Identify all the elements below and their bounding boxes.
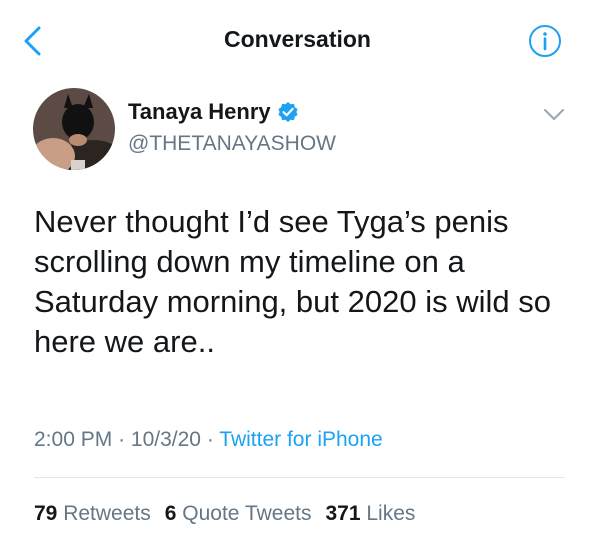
info-icon[interactable] — [528, 24, 562, 58]
tweet-date: 10/3/20 — [130, 428, 201, 451]
likes-label: Likes — [366, 502, 416, 525]
tweet-text: Never thought I’d see Tyga’s penis scrol… — [34, 204, 551, 359]
verified-badge-icon — [278, 102, 298, 122]
top-bar: Conversation — [0, 0, 595, 80]
divider — [34, 477, 565, 478]
quote-tweets-label: Quote Tweets — [182, 502, 312, 525]
retweets-label: Retweets — [63, 502, 151, 525]
quote-tweets-count: 6 — [164, 502, 177, 525]
retweets-stat[interactable]: 79 Retweets — [34, 502, 151, 526]
page-title: Conversation — [224, 26, 371, 52]
likes-count: 371 — [325, 502, 361, 525]
likes-stat[interactable]: 371 Likes — [325, 502, 415, 526]
meta-separator: · — [206, 428, 214, 451]
meta-separator: · — [118, 428, 126, 451]
tweet-time: 2:00 PM — [34, 428, 113, 451]
retweets-count: 79 — [34, 502, 58, 525]
quote-tweets-stat[interactable]: 6 Quote Tweets — [165, 502, 312, 526]
tweet-client-link[interactable]: Twitter for iPhone — [219, 428, 382, 451]
author-name-row: Tanaya Henry — [128, 99, 299, 125]
author-handle[interactable]: @THETANAYASHOW — [128, 132, 336, 156]
avatar-image — [33, 88, 115, 170]
author-name[interactable]: Tanaya Henry — [128, 99, 271, 125]
avatar[interactable] — [33, 88, 115, 170]
engagement-stats: 79 Retweets 6 Quote Tweets 371 Likes — [34, 502, 415, 526]
tweet-meta: 2:00 PM · 10/3/20 · Twitter for iPhone — [34, 428, 383, 452]
chevron-down-icon[interactable] — [543, 108, 565, 122]
